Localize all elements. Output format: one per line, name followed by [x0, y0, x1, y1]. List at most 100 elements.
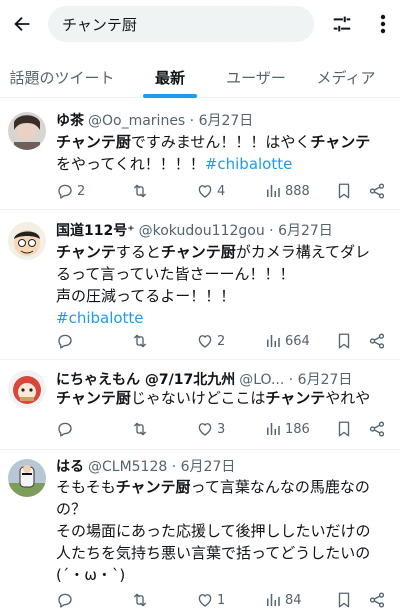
views-count: 664	[285, 333, 310, 349]
like-button[interactable]: 2	[196, 329, 225, 353]
handle-and-date: @kokudou112gou · 6月27日	[138, 223, 333, 239]
search-header: チャンテ厨	[0, 0, 400, 48]
retweet-button[interactable]	[130, 329, 153, 353]
share-button[interactable]	[368, 417, 386, 441]
views-button[interactable]: 664	[264, 329, 310, 353]
tab-top[interactable]: 話題のツイート	[0, 56, 124, 98]
reply-button[interactable]	[56, 417, 77, 441]
tweet-text-segment: 声の圧減ってるよー！！！	[56, 287, 236, 305]
hashtag-link[interactable]: #chibalotte	[205, 155, 293, 173]
bookmark-button[interactable]	[336, 329, 352, 353]
tweet[interactable]: にちゃえもん @7/17北九州 @LO... · 6月27日 チャンテ厨じゃない…	[0, 360, 400, 450]
tweet-text-line: るって言っていた皆さーーん！！！	[56, 263, 394, 285]
hashtag-link[interactable]: #chibalotte	[56, 309, 144, 327]
display-name[interactable]: にちゃえもん @7/17北九州	[56, 369, 235, 389]
like-count: 1	[217, 592, 226, 608]
views-chart-icon	[264, 420, 282, 438]
heart-icon	[196, 182, 214, 200]
views-count: 84	[285, 592, 302, 608]
tweet-text: チャンテ厨ですみません！！！はやくチャンテをやってくれ！！！！#chibalot…	[56, 131, 394, 175]
avatar[interactable]	[8, 459, 46, 497]
retweet-icon	[130, 332, 150, 350]
views-button[interactable]: 84	[264, 588, 302, 609]
reply-icon	[56, 591, 74, 609]
share-button[interactable]	[368, 329, 386, 353]
share-icon	[368, 420, 386, 438]
display-name[interactable]: はる	[56, 456, 84, 476]
bookmark-icon	[336, 591, 352, 609]
search-input[interactable]: チャンテ厨	[48, 6, 314, 42]
reply-icon	[56, 420, 74, 438]
tweet[interactable]: はる @CLM5128 · 6月27日 そもそもチャンテ厨って言葉なんなの馬鹿な…	[0, 450, 400, 609]
bookmark-button[interactable]	[336, 588, 352, 609]
bookmark-button[interactable]	[336, 417, 352, 441]
tweet-text-line: の？	[56, 498, 394, 520]
retweet-button[interactable]	[130, 179, 153, 203]
bookmark-icon	[336, 182, 352, 200]
tweet-text-segment: るって言っていた皆さーーん！！！	[56, 265, 295, 283]
tweet[interactable]: 国道112号⁺ @kokudou112gou · 6月27日 チャンテするとチャ…	[0, 210, 400, 360]
share-button[interactable]	[368, 179, 386, 203]
more-options-button[interactable]	[370, 10, 396, 38]
avatar[interactable]	[8, 222, 46, 260]
share-icon	[368, 182, 386, 200]
active-tab-indicator	[143, 94, 197, 98]
tweet[interactable]: ゆ茶 @Oo_marines · 6月27日 チャンテ厨ですみません！！！はやく…	[0, 100, 400, 210]
avatar[interactable]	[8, 112, 46, 150]
search-filter-button[interactable]	[328, 10, 356, 38]
tweet-actions: 1 84	[56, 588, 392, 609]
like-button[interactable]: 3	[196, 417, 225, 441]
views-chart-icon	[264, 182, 282, 200]
views-button[interactable]: 888	[264, 179, 310, 203]
tweet-header: はる @CLM5128 · 6月27日	[56, 456, 392, 476]
retweet-button[interactable]	[130, 588, 153, 609]
bookmark-button[interactable]	[336, 179, 352, 203]
views-button[interactable]: 186	[264, 417, 310, 441]
tweet-text-line: をやってくれ！！！！#chibalotte	[56, 153, 394, 175]
like-button[interactable]: 1	[196, 588, 225, 609]
tweet-header: ゆ茶 @Oo_marines · 6月27日	[56, 110, 392, 130]
tweet-text-segment: がカメラ構えてダレ	[235, 243, 370, 261]
reply-button[interactable]: 2	[56, 179, 85, 203]
tab-people[interactable]: ユーザー	[216, 56, 296, 98]
highlighted-keyword: チャンテ厨	[56, 389, 131, 407]
tweet-header: にちゃえもん @7/17北九州 @LO... · 6月27日	[56, 369, 392, 389]
tab-label: メディア	[316, 68, 376, 87]
tab-latest[interactable]: 最新	[130, 56, 210, 98]
tweet-text-segment: ですみません！！！はやく	[130, 133, 311, 151]
reply-button[interactable]	[56, 329, 77, 353]
tweet-text-line: チャンテするとチャンテ厨がカメラ構えてダレ	[56, 241, 394, 263]
display-name[interactable]: 国道112号⁺	[56, 220, 135, 240]
highlighted-keyword: チャンテ厨	[56, 133, 131, 151]
tab-media[interactable]: メディア	[300, 56, 392, 98]
tweet-text-line: チャンテ厨じゃないけどここはチャンテやれや	[56, 387, 394, 409]
more-vertical-icon	[380, 14, 386, 34]
like-button[interactable]: 4	[196, 179, 225, 203]
avatar[interactable]	[8, 370, 46, 408]
heart-icon	[196, 332, 214, 350]
tweet-text-segment: じゃないけどここは	[130, 389, 266, 407]
highlighted-keyword: チャンテ厨	[115, 478, 191, 496]
tweet-text-segment: の？	[56, 500, 87, 518]
reply-button[interactable]	[56, 588, 77, 609]
retweet-icon	[130, 420, 150, 438]
tweet-text-line: 声の圧減ってるよー！！！	[56, 285, 394, 307]
tweet-text-line: #chibalotte	[56, 307, 394, 329]
tab-label: 話題のツイート	[9, 68, 115, 87]
bookmark-icon	[336, 332, 352, 350]
views-count: 186	[285, 421, 310, 437]
retweet-icon	[130, 182, 150, 200]
share-button[interactable]	[368, 588, 386, 609]
display-name[interactable]: ゆ茶	[56, 110, 84, 130]
like-count: 2	[217, 333, 226, 349]
highlighted-keyword: チャンテ	[310, 133, 371, 151]
heart-icon	[196, 591, 214, 609]
back-button[interactable]	[6, 8, 38, 40]
views-count: 888	[285, 183, 310, 199]
tweet-text-segment: をやってくれ！！！！	[56, 155, 205, 173]
retweet-button[interactable]	[130, 417, 153, 441]
highlighted-keyword: チャンテ	[56, 243, 116, 261]
tweet-text-line: そもそもチャンテ厨って言葉なんなの馬鹿なの	[56, 476, 394, 498]
tweet-text: チャンテするとチャンテ厨がカメラ構えてダレるって言っていた皆さーーん！！！ 声の圧…	[56, 241, 394, 329]
tweet-text: チャンテ厨じゃないけどここはチャンテやれや	[56, 387, 394, 409]
